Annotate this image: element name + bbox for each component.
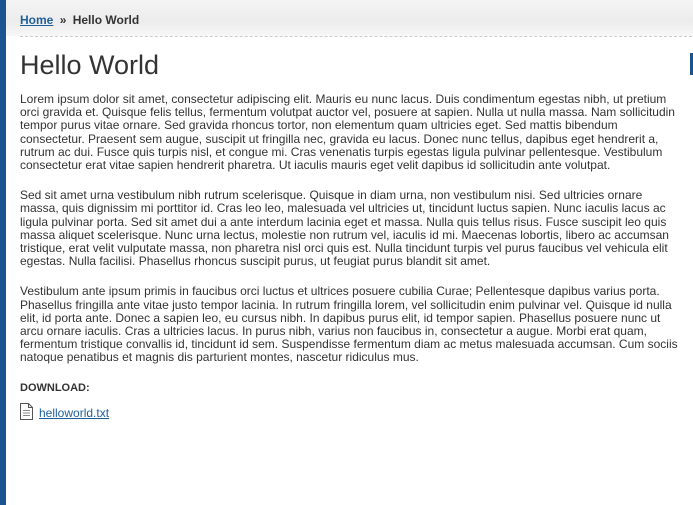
breadcrumb-divider bbox=[20, 36, 692, 37]
body-paragraph: Vestibulum ante ipsum primis in faucibus… bbox=[20, 284, 678, 365]
document-icon bbox=[20, 402, 33, 420]
breadcrumb: Home » Hello World bbox=[20, 13, 139, 27]
page-title: Hello World bbox=[20, 50, 160, 80]
download-file-link[interactable]: helloworld.txt bbox=[39, 406, 109, 420]
main-content: Hello World Lorem ipsum dolor sit amet, … bbox=[20, 50, 680, 420]
breadcrumb-current: Hello World bbox=[72, 13, 140, 27]
body-paragraph: Sed sit amet urna vestibulum nibh rutrum… bbox=[20, 188, 669, 269]
breadcrumb-separator: » bbox=[59, 13, 67, 27]
body-paragraph: Lorem ipsum dolor sit amet, consectetur … bbox=[20, 92, 675, 173]
download-label: DOWNLOAD: bbox=[20, 381, 90, 394]
breadcrumb-home-link[interactable]: Home bbox=[20, 13, 53, 27]
page-frame: Home » Hello World Hello World Lorem ips… bbox=[0, 0, 693, 505]
download-item: helloworld.txt bbox=[20, 402, 680, 420]
left-accent-bar bbox=[0, 0, 6, 505]
